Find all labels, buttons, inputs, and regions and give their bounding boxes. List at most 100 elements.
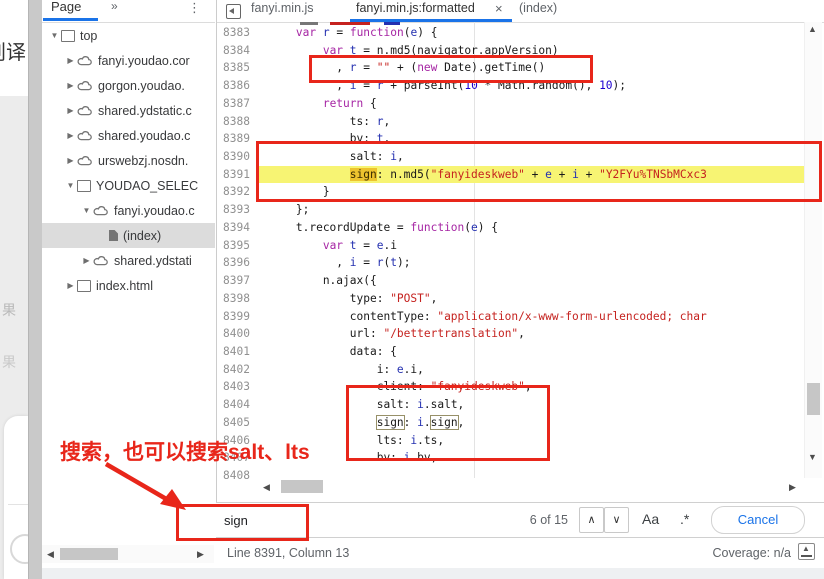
- annotation-box-salt-sign: [256, 141, 822, 202]
- line-number[interactable]: 8388: [216, 113, 250, 131]
- tab-overflow-chevron[interactable]: »: [111, 0, 118, 13]
- line-number[interactable]: 8389: [216, 130, 250, 148]
- code-line-8400[interactable]: url: "/bettertranslation",: [259, 325, 804, 343]
- code-line-8394[interactable]: t.recordUpdate = function(e) {: [259, 219, 804, 237]
- tree-item-gorgon-youdao-[interactable]: ▶ gorgon.youdao.: [42, 73, 215, 98]
- tree-item-label: (index): [123, 229, 161, 243]
- line-number[interactable]: 8401: [216, 343, 250, 361]
- code-line-8393[interactable]: };: [259, 201, 804, 219]
- expander-icon[interactable]: ▶: [64, 156, 77, 165]
- code-line-8402[interactable]: i: e.i,: [259, 361, 804, 379]
- sidebar-horizontal-scrollbar[interactable]: ◀ ▶: [42, 545, 214, 563]
- expander-icon[interactable]: ▼: [48, 31, 61, 40]
- open-panel-icon[interactable]: ▲: [798, 543, 815, 560]
- match-case-button[interactable]: Aa: [642, 511, 659, 527]
- tab-index[interactable]: (index): [519, 1, 557, 15]
- close-tab-icon[interactable]: ×: [495, 1, 503, 16]
- navigator-header: Page » ⋮: [42, 0, 215, 23]
- line-number[interactable]: 8390: [216, 148, 250, 166]
- line-number[interactable]: 8391: [216, 166, 250, 184]
- tree-item-label: urswebzj.nosdn.: [98, 154, 188, 168]
- cursor-position-label: Line 8391, Column 13: [227, 546, 349, 560]
- tab-page[interactable]: Page: [51, 0, 81, 14]
- line-number[interactable]: 8394: [216, 219, 250, 237]
- code-line-8388[interactable]: ts: r,: [259, 113, 804, 131]
- scroll-right-icon[interactable]: ▶: [789, 480, 796, 494]
- expander-icon[interactable]: ▼: [80, 206, 93, 215]
- tree-item-shared-ydstati[interactable]: ▶ shared.ydstati: [42, 248, 215, 273]
- scroll-left-icon[interactable]: ◀: [47, 547, 54, 561]
- line-number[interactable]: 8393: [216, 201, 250, 219]
- tree-item-label: index.html: [96, 279, 153, 293]
- cloud-icon: [77, 130, 93, 141]
- background-page-strip: 创译 果 果: [0, 0, 28, 579]
- navigator-toggle-icon[interactable]: [226, 4, 241, 19]
- scroll-right-icon[interactable]: ▶: [197, 547, 204, 561]
- scrollbar-thumb[interactable]: [807, 383, 820, 415]
- scrollbar-thumb[interactable]: [281, 480, 323, 493]
- expander-icon[interactable]: ▶: [64, 56, 77, 65]
- line-number[interactable]: 8395: [216, 237, 250, 255]
- expander-icon[interactable]: ▶: [64, 281, 77, 290]
- line-number[interactable]: 8396: [216, 254, 250, 272]
- line-number[interactable]: 8408: [216, 467, 250, 485]
- line-number[interactable]: 8404: [216, 396, 250, 414]
- line-number[interactable]: 8385: [216, 59, 250, 77]
- tree-item-shared-youdao-c[interactable]: ▶ shared.youdao.c: [42, 123, 215, 148]
- tree-item-fanyi-youdao-cor[interactable]: ▶fanyi.youdao.cor: [42, 48, 215, 73]
- tree-item-label: shared.ydstati: [114, 254, 192, 268]
- tree-item-index-html[interactable]: ▶ index.html: [42, 273, 215, 298]
- code-line-8401[interactable]: data: {: [259, 343, 804, 361]
- next-match-button[interactable]: ∨: [604, 507, 629, 533]
- expander-icon[interactable]: ▶: [64, 81, 77, 90]
- coverage-label: Coverage: n/a: [681, 546, 791, 560]
- code-line-8396[interactable]: , i = r(t);: [259, 254, 804, 272]
- editor-horizontal-scrollbar[interactable]: ◀ ▶: [259, 478, 804, 495]
- code-line-8383[interactable]: var r = function(e) {: [259, 24, 804, 42]
- tree-item-fanyi-youdao-c[interactable]: ▼fanyi.youdao.c: [42, 198, 215, 223]
- line-number[interactable]: 8399: [216, 308, 250, 326]
- tree-item-top[interactable]: ▼top: [42, 23, 215, 48]
- scroll-down-icon[interactable]: ▼: [808, 452, 817, 462]
- scrollbar-thumb[interactable]: [60, 548, 118, 560]
- tree-item-label: shared.youdao.c: [98, 129, 190, 143]
- cloud-icon: [93, 205, 109, 216]
- line-number[interactable]: 8384: [216, 42, 250, 60]
- code-line-8399[interactable]: contentType: "application/x-www-form-url…: [259, 308, 804, 326]
- tree-item-shared-ydstatic-c[interactable]: ▶shared.ydstatic.c: [42, 98, 215, 123]
- expander-icon[interactable]: ▶: [80, 256, 93, 265]
- tree-item-youdao-selec[interactable]: ▼YOUDAO_SELEC: [42, 173, 215, 198]
- code-line-8397[interactable]: n.ajax({: [259, 272, 804, 290]
- scroll-up-icon[interactable]: ▲: [808, 24, 817, 34]
- line-number[interactable]: 8400: [216, 325, 250, 343]
- line-number[interactable]: 8398: [216, 290, 250, 308]
- regex-button[interactable]: .*: [680, 511, 689, 527]
- tab-fanyi-min-js[interactable]: fanyi.min.js: [251, 1, 314, 15]
- editor-vertical-scrollbar[interactable]: ▲ ▼: [804, 22, 822, 478]
- tree-item-urswebzj-nosdn-[interactable]: ▶ urswebzj.nosdn.: [42, 148, 215, 173]
- expander-icon[interactable]: ▼: [64, 181, 77, 190]
- line-number[interactable]: 8386: [216, 77, 250, 95]
- line-number[interactable]: 8397: [216, 272, 250, 290]
- tree-item--index-[interactable]: (index): [42, 223, 215, 248]
- line-number[interactable]: 8387: [216, 95, 250, 113]
- line-number[interactable]: 8405: [216, 414, 250, 432]
- scroll-left-icon[interactable]: ◀: [263, 480, 270, 494]
- line-number[interactable]: 8392: [216, 183, 250, 201]
- code-line-8398[interactable]: type: "POST",: [259, 290, 804, 308]
- line-number[interactable]: 8383: [216, 24, 250, 42]
- tree-item-label: gorgon.youdao.: [98, 79, 185, 93]
- previous-match-button[interactable]: ∧: [579, 507, 604, 533]
- page-vertical-scrollbar[interactable]: [28, 0, 43, 579]
- expander-icon[interactable]: ▶: [64, 106, 77, 115]
- expander-icon[interactable]: ▶: [64, 131, 77, 140]
- line-number[interactable]: 8403: [216, 378, 250, 396]
- search-result-count: 6 of 15: [486, 513, 568, 527]
- background-page-text: 果: [2, 300, 16, 320]
- cancel-button[interactable]: Cancel: [711, 506, 805, 534]
- code-line-8387[interactable]: return {: [259, 95, 804, 113]
- code-line-8395[interactable]: var t = e.i: [259, 237, 804, 255]
- more-options-icon[interactable]: ⋮: [188, 0, 201, 16]
- line-number[interactable]: 8402: [216, 361, 250, 379]
- tab-fanyi-min-js-formatted[interactable]: fanyi.min.js:formatted: [356, 1, 475, 15]
